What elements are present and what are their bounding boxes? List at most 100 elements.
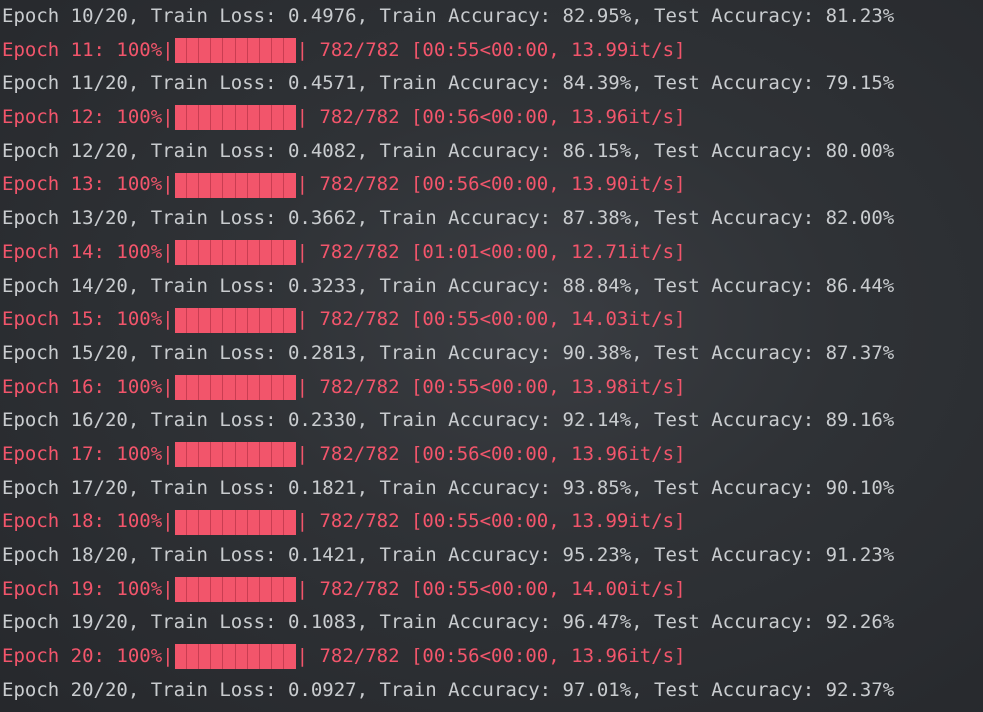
progress-bar-segment: [186, 509, 199, 535]
progress-bar: [174, 374, 296, 400]
progress-line: Epoch 15: 100%| | 782/782 [00:55<00:00, 1…: [2, 303, 982, 337]
progress-bar-segment: [223, 172, 236, 198]
progress-bar-segment: [260, 172, 273, 198]
progress-bar: [174, 577, 296, 603]
epoch-metrics-line: Epoch 17/20, Train Loss: 0.1821, Train A…: [2, 472, 982, 506]
progress-bar-segment: [272, 577, 285, 603]
progress-bar: [174, 307, 296, 333]
progress-bar-segment: [235, 509, 248, 535]
progress-bar-segment: [211, 105, 224, 131]
progress-bar-segment: [211, 38, 224, 64]
progress-bar: [174, 240, 296, 266]
epoch-metrics-line: Epoch 12/20, Train Loss: 0.4082, Train A…: [2, 135, 982, 169]
progress-bar-segment: [260, 577, 273, 603]
progress-bar-segment: [186, 374, 199, 400]
progress-suffix: | 782/782 [00:55<00:00, 14.00it/s]: [296, 577, 686, 600]
progress-bar-segment: [186, 105, 199, 131]
progress-bar-segment: [223, 644, 236, 670]
progress-line: Epoch 12: 100%| | 782/782 [00:56<00:00, 1…: [2, 101, 982, 135]
epoch-metrics-line: Epoch 13/20, Train Loss: 0.3662, Train A…: [2, 202, 982, 236]
progress-bar-segment: [260, 644, 273, 670]
progress-bar-segment: [223, 509, 236, 535]
progress-bar-segment: [174, 442, 187, 468]
progress-bar-segment: [199, 509, 212, 535]
progress-bar-segment: [199, 577, 212, 603]
progress-bar-segment: [272, 307, 285, 333]
progress-bar-segment: [260, 509, 273, 535]
progress-line: Epoch 18: 100%| | 782/782 [00:55<00:00, 1…: [2, 505, 982, 539]
progress-bar-segment: [247, 509, 261, 535]
progress-bar-segment: [186, 644, 199, 670]
progress-line: Epoch 19: 100%| | 782/782 [00:55<00:00, 1…: [2, 573, 982, 607]
progress-bar-segment: [272, 172, 285, 198]
progress-bar-segment: [199, 240, 212, 266]
progress-bar-segment: [284, 240, 296, 266]
progress-bar: [174, 105, 296, 131]
progress-bar-segment: [284, 442, 296, 468]
progress-bar-segment: [260, 442, 273, 468]
progress-suffix: | 782/782 [00:56<00:00, 13.96it/s]: [296, 442, 686, 465]
progress-bar-segment: [284, 644, 296, 670]
metrics-text: Epoch 20/20, Train Loss: 0.0927, Train A…: [2, 678, 895, 701]
progress-bar: [174, 509, 296, 535]
progress-bar-segment: [260, 38, 273, 64]
metrics-text: Epoch 14/20, Train Loss: 0.3233, Train A…: [2, 274, 895, 297]
progress-bar-segment: [235, 577, 248, 603]
progress-bar-segment: [199, 105, 212, 131]
progress-bar-segment: [284, 577, 296, 603]
progress-bar-segment: [260, 105, 273, 131]
progress-bar-segment: [284, 509, 296, 535]
metrics-text: Epoch 10/20, Train Loss: 0.4976, Train A…: [2, 5, 895, 27]
progress-bar-segment: [247, 442, 261, 468]
progress-bar-segment: [260, 307, 273, 333]
progress-suffix: | 782/782 [00:55<00:00, 13.98it/s]: [296, 375, 686, 398]
progress-bar-segment: [199, 442, 212, 468]
progress-prefix: Epoch 17: 100%|: [2, 442, 174, 465]
progress-bar-segment: [211, 374, 224, 400]
progress-bar-segment: [235, 105, 248, 131]
metrics-text: Epoch 18/20, Train Loss: 0.1421, Train A…: [2, 544, 895, 566]
progress-prefix: Epoch 18: 100%|: [2, 510, 174, 533]
progress-bar-segment: [199, 307, 212, 333]
progress-bar-segment: [211, 509, 224, 535]
progress-bar-segment: [186, 38, 199, 64]
progress-bar: [174, 38, 296, 64]
progress-bar-segment: [272, 442, 285, 468]
progress-bar-segment: [272, 374, 285, 400]
progress-bar-segment: [186, 240, 199, 266]
progress-bar-segment: [272, 509, 285, 535]
progress-bar-segment: [223, 442, 236, 468]
progress-bar-segment: [235, 644, 248, 670]
progress-bar-segment: [174, 105, 187, 131]
progress-bar-segment: [235, 307, 248, 333]
progress-bar-segment: [272, 240, 285, 266]
epoch-metrics-line: Epoch 18/20, Train Loss: 0.1421, Train A…: [2, 539, 982, 573]
epoch-metrics-line: Epoch 10/20, Train Loss: 0.4976, Train A…: [2, 0, 982, 34]
progress-bar: [174, 442, 296, 468]
epoch-metrics-line: Epoch 11/20, Train Loss: 0.4571, Train A…: [2, 67, 982, 101]
epoch-metrics-line: Epoch 14/20, Train Loss: 0.3233, Train A…: [2, 270, 982, 304]
progress-bar-segment: [174, 374, 187, 400]
progress-bar-segment: [284, 38, 296, 64]
progress-bar-segment: [174, 38, 187, 64]
metrics-text: Epoch 11/20, Train Loss: 0.4571, Train A…: [2, 72, 895, 95]
progress-prefix: Epoch 13: 100%|: [2, 173, 174, 196]
progress-bar-segment: [284, 105, 296, 131]
progress-bar-segment: [235, 374, 248, 400]
progress-bar-segment: [247, 577, 261, 603]
progress-bar-segment: [199, 38, 212, 64]
progress-bar-segment: [284, 172, 296, 198]
progress-bar-segment: [186, 172, 199, 198]
progress-suffix: | 782/782 [00:55<00:00, 13.99it/s]: [296, 510, 686, 533]
progress-bar-segment: [284, 374, 296, 400]
progress-line: Epoch 20: 100%| | 782/782 [00:56<00:00, 1…: [2, 640, 982, 674]
progress-bar-segment: [211, 307, 224, 333]
progress-bar-segment: [247, 374, 261, 400]
progress-bar-segment: [247, 240, 261, 266]
progress-bar-segment: [223, 307, 236, 333]
progress-prefix: Epoch 19: 100%|: [2, 577, 174, 600]
progress-bar-segment: [186, 307, 199, 333]
progress-bar: [174, 644, 296, 670]
progress-prefix: Epoch 16: 100%|: [2, 375, 174, 398]
progress-bar-segment: [199, 644, 212, 670]
